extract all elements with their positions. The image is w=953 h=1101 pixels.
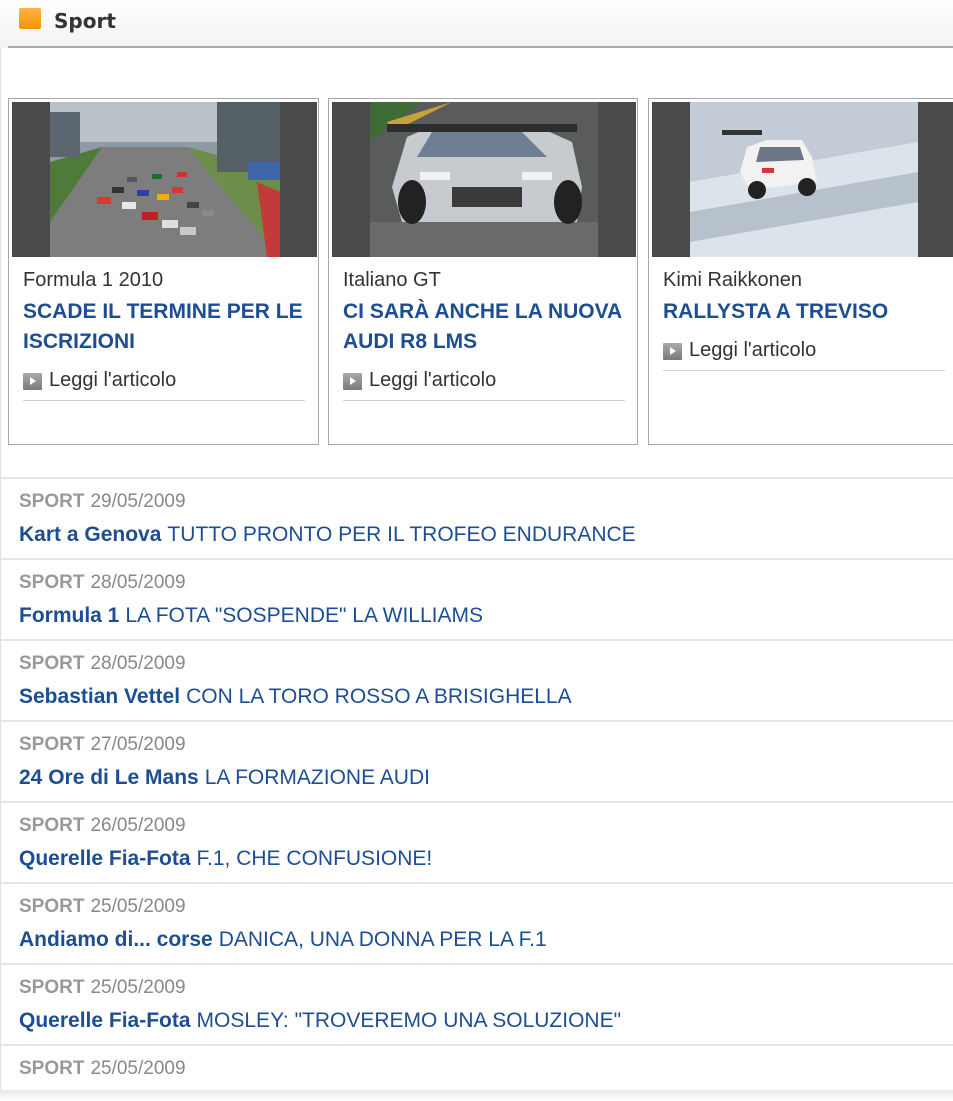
news-section: SPORT <box>19 815 85 836</box>
news-section: SPORT <box>19 572 85 593</box>
news-link[interactable]: Querelle Fia-Fota MOSLEY: "TROVEREMO UNA … <box>19 1009 621 1033</box>
news-item[interactable]: SPORT 26/05/2009 Querelle Fia-Fota F.1, CH… <box>0 801 953 882</box>
play-arrow-icon <box>343 373 362 390</box>
news-meta: SPORT 25/05/2009 <box>19 977 186 999</box>
news-date: 26/05/2009 <box>90 815 186 836</box>
read-more-label[interactable]: Leggi l'articolo <box>689 339 816 362</box>
audi-r8-lms-race-car-photo <box>332 102 636 257</box>
news-headline[interactable]: CON LA TORO ROSSO A BRISIGHELLA <box>186 685 572 708</box>
read-more-label[interactable]: Leggi l'articolo <box>369 369 496 392</box>
card-headline[interactable]: SCADE IL TERMINE PER LE ISCRIZIONI <box>23 297 313 357</box>
news-item[interactable]: SPORT 29/05/2009 Kart a Genova TUTTO PRONT… <box>0 477 953 558</box>
news-kicker[interactable]: Sebastian Vettel <box>19 685 180 708</box>
news-section: SPORT <box>19 653 85 674</box>
card-thumbnail[interactable] <box>12 102 317 257</box>
news-section: SPORT <box>19 734 85 755</box>
news-item[interactable]: SPORT 28/05/2009 Sebastian Vettel CON LA T… <box>0 639 953 720</box>
section-square-icon <box>19 8 41 29</box>
news-meta: SPORT 26/05/2009 <box>19 815 186 837</box>
card-category[interactable]: Kimi Raikkonen <box>663 269 802 292</box>
featured-card-2[interactable]: Italiano GT CI SARÀ ANCHE LA NUOVA AUDI … <box>328 98 638 445</box>
news-item[interactable]: SPORT 28/05/2009 Formula 1 LA FOTA "SOSPEN… <box>0 558 953 639</box>
read-more-link[interactable]: Leggi l'articolo <box>663 339 945 371</box>
bottom-scroll-shadow <box>0 1090 953 1101</box>
news-date: 25/05/2009 <box>90 1058 186 1079</box>
news-date: 25/05/2009 <box>90 977 186 998</box>
news-item[interactable]: SPORT 27/05/2009 24 Ore di Le Mans LA FORM… <box>0 720 953 801</box>
header-divider <box>8 46 953 48</box>
read-more-link[interactable]: Leggi l'articolo <box>23 369 305 401</box>
featured-card-3[interactable]: Kimi Raikkonen RALLYSTA A TREVISO Leggi … <box>648 98 953 445</box>
read-more-link[interactable]: Leggi l'articolo <box>343 369 625 401</box>
news-item[interactable]: SPORT 25/05/2009 Andiamo di... corse DANIC… <box>0 882 953 963</box>
news-kicker[interactable]: Querelle Fia-Fota <box>19 1009 191 1032</box>
news-date: 28/05/2009 <box>90 572 186 593</box>
news-link[interactable]: Sebastian Vettel CON LA TORO ROSSO A BRIS… <box>19 685 572 709</box>
card-headline[interactable]: RALLYSTA A TREVISO <box>663 297 953 327</box>
news-meta: SPORT 25/05/2009 <box>19 1058 186 1080</box>
news-date: 28/05/2009 <box>90 653 186 674</box>
news-headline[interactable]: F.1, CHE CONFUSIONE! <box>197 847 433 870</box>
news-link[interactable]: Querelle Fia-Fota F.1, CHE CONFUSIONE! <box>19 847 432 871</box>
news-kicker[interactable]: Querelle Fia-Fota <box>19 847 191 870</box>
card-category[interactable]: Formula 1 2010 <box>23 269 163 292</box>
news-headline[interactable]: MOSLEY: "TROVEREMO UNA SOLUZIONE" <box>197 1009 622 1032</box>
news-date: 25/05/2009 <box>90 896 186 917</box>
news-section: SPORT <box>19 896 85 917</box>
news-meta: SPORT 25/05/2009 <box>19 896 186 918</box>
card-category[interactable]: Italiano GT <box>343 269 441 292</box>
news-item[interactable]: SPORT 25/05/2009 Querelle Fia-Fota MOSLEY:… <box>0 963 953 1044</box>
news-section: SPORT <box>19 1058 85 1079</box>
card-headline[interactable]: CI SARÀ ANCHE LA NUOVA AUDI R8 LMS <box>343 297 633 357</box>
section-header: Sport <box>0 0 953 48</box>
news-link[interactable]: Andiamo di... corse DANICA, UNA DONNA PER… <box>19 928 547 952</box>
news-kicker[interactable]: Kart a Genova <box>19 523 161 546</box>
news-headline[interactable]: DANICA, UNA DONNA PER LA F.1 <box>219 928 547 951</box>
card-thumbnail[interactable] <box>332 102 636 257</box>
news-headline[interactable]: TUTTO PRONTO PER IL TROFEO ENDURANCE <box>167 523 635 546</box>
news-meta: SPORT 28/05/2009 <box>19 572 186 594</box>
featured-card-1[interactable]: Formula 1 2010 SCADE IL TERMINE PER LE I… <box>8 98 319 445</box>
news-kicker[interactable]: Andiamo di... corse <box>19 928 213 951</box>
play-arrow-icon <box>663 343 682 360</box>
news-link[interactable]: Kart a Genova TUTTO PRONTO PER IL TROFEO … <box>19 523 636 547</box>
news-kicker[interactable]: 24 Ore di Le Mans <box>19 766 199 789</box>
news-date: 29/05/2009 <box>90 491 186 512</box>
news-meta: SPORT 27/05/2009 <box>19 734 186 756</box>
news-headline[interactable]: LA FOTA "SOSPENDE" LA WILLIAMS <box>125 604 483 627</box>
play-arrow-icon <box>23 373 42 390</box>
news-headline[interactable]: LA FORMAZIONE AUDI <box>205 766 430 789</box>
news-meta: SPORT 29/05/2009 <box>19 491 186 513</box>
news-section: SPORT <box>19 977 85 998</box>
read-more-label[interactable]: Leggi l'articolo <box>49 369 176 392</box>
card-thumbnail[interactable] <box>652 102 953 257</box>
rally-car-on-snow-photo <box>652 102 953 257</box>
news-list: SPORT 29/05/2009 Kart a Genova TUTTO PRONT… <box>0 477 953 1101</box>
news-meta: SPORT 28/05/2009 <box>19 653 186 675</box>
news-section: SPORT <box>19 491 85 512</box>
formula-1-race-start-photo <box>12 102 317 257</box>
news-kicker[interactable]: Formula 1 <box>19 604 119 627</box>
section-title: Sport <box>54 9 116 33</box>
news-date: 27/05/2009 <box>90 734 186 755</box>
news-link[interactable]: Formula 1 LA FOTA "SOSPENDE" LA WILLIAMS <box>19 604 483 628</box>
news-link[interactable]: 24 Ore di Le Mans LA FORMAZIONE AUDI <box>19 766 430 790</box>
